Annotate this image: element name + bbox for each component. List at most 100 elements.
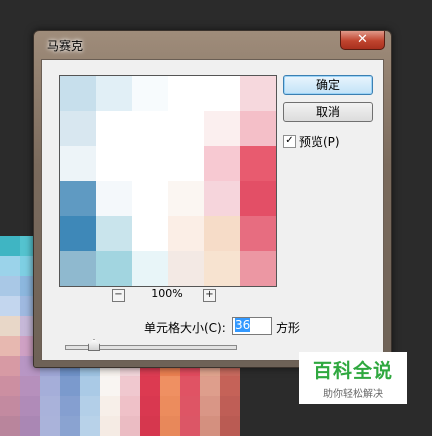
preview-mosaic-cell: [240, 251, 276, 286]
background-mosaic-tile: [140, 376, 160, 396]
preview-mosaic-cell: [168, 146, 204, 181]
background-mosaic-tile: [0, 236, 20, 256]
preview-mosaic-cell: [168, 76, 204, 111]
background-mosaic-tile: [0, 356, 20, 376]
background-mosaic-tile: [220, 376, 240, 396]
preview-mosaic-cell: [60, 76, 96, 111]
background-mosaic-tile: [120, 396, 140, 416]
preview-mosaic-cell: [240, 76, 276, 111]
background-mosaic-tile: [40, 416, 60, 436]
preview-mosaic-cell: [204, 216, 240, 251]
preview-mosaic-cell: [168, 251, 204, 286]
preview-mosaic-cell: [96, 181, 132, 216]
preview-mosaic-cell: [240, 146, 276, 181]
preview-mosaic-cell: [240, 111, 276, 146]
preview-checkbox-label: 预览(P): [299, 135, 340, 149]
background-mosaic-tile: [40, 396, 60, 416]
zoom-controls: − 100% +: [112, 285, 222, 305]
background-mosaic-tile: [220, 416, 240, 436]
background-mosaic-tile: [0, 256, 20, 276]
background-mosaic-tile: [0, 416, 20, 436]
background-mosaic-tile: [160, 416, 180, 436]
preview-mosaic-cell: [168, 181, 204, 216]
cell-size-label: 单元格大小(C):: [144, 321, 226, 335]
preview-mosaic-cell: [132, 181, 168, 216]
zoom-out-button[interactable]: −: [112, 289, 125, 302]
preview-mosaic-cell: [96, 76, 132, 111]
preview-checkbox-box[interactable]: ✓: [283, 135, 296, 148]
preview-mosaic-cell: [132, 76, 168, 111]
background-mosaic-tile: [120, 376, 140, 396]
background-mosaic-tile: [120, 416, 140, 436]
preview-mosaic-cell: [132, 146, 168, 181]
background-mosaic-tile: [0, 316, 20, 336]
background-mosaic-tile: [0, 396, 20, 416]
preview-mosaic-cell: [168, 216, 204, 251]
background-mosaic-tile: [20, 376, 40, 396]
dialog-title: 马赛克: [47, 39, 84, 53]
preview-mosaic-cell: [168, 111, 204, 146]
background-mosaic-tile: [100, 396, 120, 416]
preview-mosaic-cell: [132, 216, 168, 251]
background-mosaic-tile: [180, 416, 200, 436]
background-mosaic-tile: [60, 376, 80, 396]
background-mosaic-tile: [220, 396, 240, 416]
background-mosaic-tile: [100, 376, 120, 396]
preview-mosaic-cell: [96, 146, 132, 181]
mosaic-dialog: 马赛克 ✕ − 100% + 确定 取消 ✓ 预览(P) 单元格大小(C): 3…: [33, 30, 392, 368]
cell-size-row: 单元格大小(C): 36 方形: [144, 317, 344, 337]
watermark-subtitle: 助你轻松解决: [323, 389, 383, 400]
zoom-level: 100%: [151, 287, 183, 300]
cell-size-unit: 方形: [276, 321, 301, 335]
zoom-in-button[interactable]: +: [203, 289, 216, 302]
background-mosaic-tile: [140, 416, 160, 436]
background-mosaic-tile: [180, 396, 200, 416]
preview-mosaic-cell: [96, 111, 132, 146]
preview-mosaic-cell: [96, 251, 132, 286]
background-mosaic-tile: [80, 416, 100, 436]
preview-mosaic-cell: [204, 76, 240, 111]
preview-mosaic-cell: [60, 251, 96, 286]
background-mosaic-tile: [160, 396, 180, 416]
background-mosaic-tile: [200, 376, 220, 396]
preview-panel[interactable]: [59, 75, 277, 287]
background-mosaic-tile: [140, 396, 160, 416]
preview-mosaic-cell: [60, 181, 96, 216]
cancel-button[interactable]: 取消: [283, 102, 373, 122]
watermark-title: 百科全说: [312, 360, 393, 382]
cell-size-input[interactable]: 36: [232, 317, 272, 335]
background-mosaic-tile: [0, 296, 20, 316]
background-mosaic-tile: [40, 376, 60, 396]
preview-mosaic-cell: [60, 111, 96, 146]
preview-mosaic-cell: [240, 216, 276, 251]
preview-mosaic-cell: [204, 111, 240, 146]
preview-mosaic-cell: [132, 111, 168, 146]
cell-size-value: 36: [235, 318, 251, 332]
preview-mosaic-cell: [60, 146, 96, 181]
background-mosaic-tile: [60, 396, 80, 416]
background-mosaic-tile: [160, 376, 180, 396]
preview-mosaic-cell: [96, 216, 132, 251]
background-mosaic-tile: [180, 376, 200, 396]
background-mosaic-tile: [0, 376, 20, 396]
background-mosaic-tile: [100, 416, 120, 436]
ok-button[interactable]: 确定: [283, 75, 373, 95]
dialog-client-area: − 100% + 确定 取消 ✓ 预览(P) 单元格大小(C): 36 方形: [41, 59, 384, 361]
close-button[interactable]: ✕: [340, 31, 385, 50]
background-mosaic-tile: [200, 396, 220, 416]
preview-mosaic-cell: [204, 146, 240, 181]
background-mosaic-tile: [0, 276, 20, 296]
background-mosaic-tile: [60, 416, 80, 436]
background-mosaic-tile: [200, 416, 220, 436]
preview-mosaic-cell: [204, 251, 240, 286]
preview-checkbox[interactable]: ✓ 预览(P): [283, 133, 383, 151]
background-mosaic-tile: [20, 416, 40, 436]
watermark-logo: 百科全说 助你轻松解决: [299, 352, 407, 404]
preview-mosaic-cell: [132, 251, 168, 286]
preview-mosaic-cell: [204, 181, 240, 216]
cell-size-slider-thumb[interactable]: [88, 339, 100, 351]
preview-mosaic-cell: [60, 216, 96, 251]
background-mosaic-tile: [80, 376, 100, 396]
background-mosaic-tile: [80, 396, 100, 416]
title-bar[interactable]: 马赛克 ✕: [34, 31, 391, 57]
